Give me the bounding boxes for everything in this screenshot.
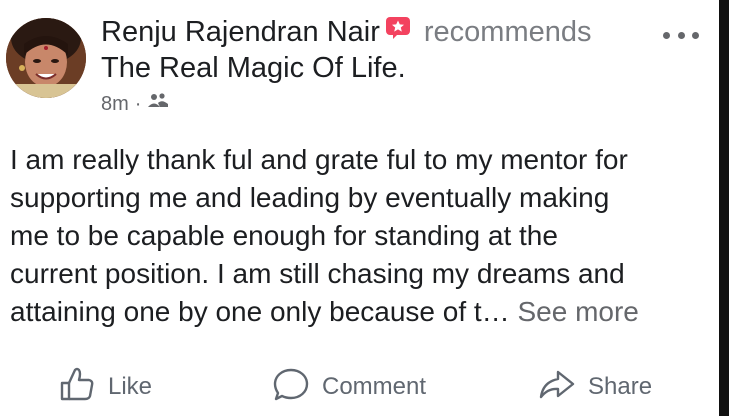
post-body-line: I am really thank ful and grate ful to m… (10, 144, 628, 175)
timestamp[interactable]: 8m (101, 92, 129, 116)
more-dot (677, 31, 685, 39)
post-title-line: Renju Rajendran Nair recommends (101, 12, 661, 50)
more-dot (663, 31, 670, 39)
thumbs-up-icon (58, 365, 108, 410)
recommendation-star-icon (385, 12, 410, 39)
more-dot (692, 31, 699, 39)
share-button[interactable]: Share (538, 364, 652, 410)
post-body-line: current position. I am still chasing my … (10, 258, 625, 289)
author-name[interactable]: Renju Rajendran Nair (101, 16, 380, 48)
post-body-line: supporting me and leading by eventually … (10, 182, 610, 213)
page-name-line: The Real Magic Of Life. (101, 50, 661, 86)
post-body: I am really thank ful and grate ful to m… (10, 141, 710, 331)
screen-edge (719, 0, 729, 416)
page-name[interactable]: The Real Magic Of Life. (101, 52, 406, 84)
share-label: Share (588, 373, 653, 400)
post-body-line: attaining one by one only because of t… (10, 296, 510, 327)
share-arrow-icon (538, 365, 588, 410)
like-button[interactable]: Like (58, 364, 152, 410)
comment-bubble-icon (272, 365, 322, 410)
action-bar: Like Comment Share (0, 364, 719, 412)
post-card: Renju Rajendran Nair recommends The Real… (0, 0, 719, 416)
comment-button[interactable]: Comment (272, 364, 426, 410)
more-options-icon[interactable] (663, 30, 699, 40)
post-body-last-line: attaining one by one only because of t… … (10, 293, 710, 331)
post-header: Renju Rajendran Nair recommends The Real… (101, 12, 661, 116)
meta-separator: · (134, 93, 142, 115)
comment-label: Comment (322, 373, 427, 400)
avatar[interactable] (6, 18, 86, 98)
friends-audience-icon[interactable] (147, 92, 169, 116)
recommend-action-text: recommends (423, 16, 592, 48)
see-more-link[interactable]: See more (517, 296, 638, 327)
post-meta: 8m · (101, 92, 661, 116)
like-label: Like (108, 373, 153, 400)
post-body-line: me to be capable enough for standing at … (10, 220, 558, 251)
